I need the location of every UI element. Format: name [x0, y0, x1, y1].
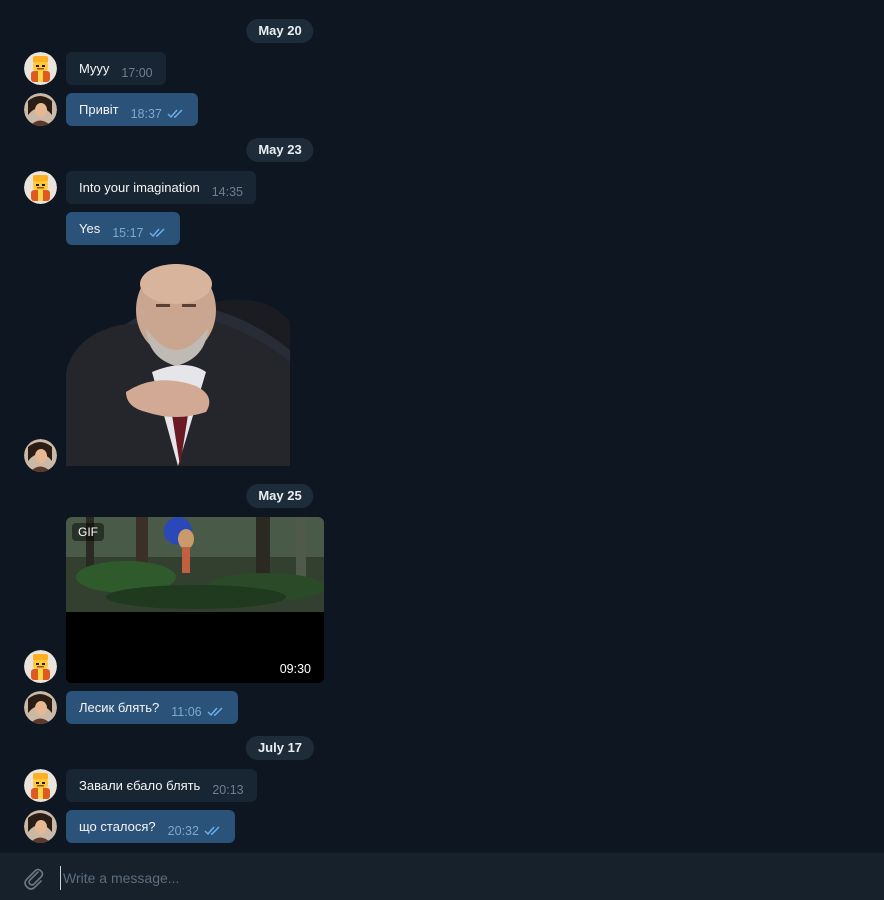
contact-avatar[interactable]	[24, 769, 57, 802]
user-avatar[interactable]	[24, 93, 57, 126]
date-separator: May 20	[246, 19, 314, 43]
message-incoming[interactable]: Завали єбало блять 20:13	[66, 769, 257, 802]
chat-history[interactable]: May 20 Myyy 17:00 Привіт 18:37 May 23 In…	[0, 0, 884, 852]
gif-message[interactable]: GIF 09:30	[66, 517, 324, 683]
message-outgoing[interactable]: що сталося? 20:32	[66, 810, 235, 843]
message-time: 15:17	[112, 225, 144, 240]
message-text: Завали єбало блять	[79, 778, 201, 793]
paperclip-icon[interactable]	[22, 866, 46, 890]
gif-duration: 09:30	[279, 662, 311, 676]
date-separator: July 17	[245, 736, 315, 760]
date-separator: May 25	[246, 484, 314, 508]
user-avatar[interactable]	[24, 439, 57, 472]
message-outgoing[interactable]: Yes 15:17	[66, 212, 180, 245]
date-separator: May 23	[246, 138, 314, 162]
message-time: 18:37	[130, 106, 162, 121]
message-input[interactable]	[60, 866, 845, 890]
message-outgoing[interactable]: Лесик блять? 11:06	[66, 691, 238, 724]
message-composer	[0, 852, 884, 900]
read-ticks-icon	[149, 228, 167, 238]
message-text: Into your imagination	[79, 180, 200, 195]
gif-badge: GIF	[72, 523, 104, 541]
message-incoming[interactable]: Into your imagination 14:35	[66, 171, 256, 204]
sticker-message[interactable]	[66, 262, 292, 466]
read-ticks-icon	[167, 109, 185, 119]
message-text: Лесик блять?	[79, 700, 160, 715]
message-text: що сталося?	[79, 819, 156, 834]
message-time: 20:32	[167, 823, 199, 838]
message-text: Привіт	[79, 102, 119, 117]
message-text: Myyy	[79, 61, 110, 76]
contact-avatar[interactable]	[24, 171, 57, 204]
read-ticks-icon	[204, 826, 222, 836]
message-text: Yes	[79, 221, 101, 236]
message-incoming[interactable]: Myyy 17:00	[66, 52, 166, 85]
message-time: 17:00	[121, 65, 153, 80]
read-ticks-icon	[207, 707, 225, 717]
message-time: 11:06	[171, 704, 202, 719]
message-time: 20:13	[212, 782, 244, 797]
user-avatar[interactable]	[24, 691, 57, 724]
contact-avatar[interactable]	[24, 650, 57, 683]
message-outgoing[interactable]: Привіт 18:37	[66, 93, 198, 126]
contact-avatar[interactable]	[24, 52, 57, 85]
user-avatar[interactable]	[24, 810, 57, 843]
message-time: 14:35	[211, 184, 243, 199]
